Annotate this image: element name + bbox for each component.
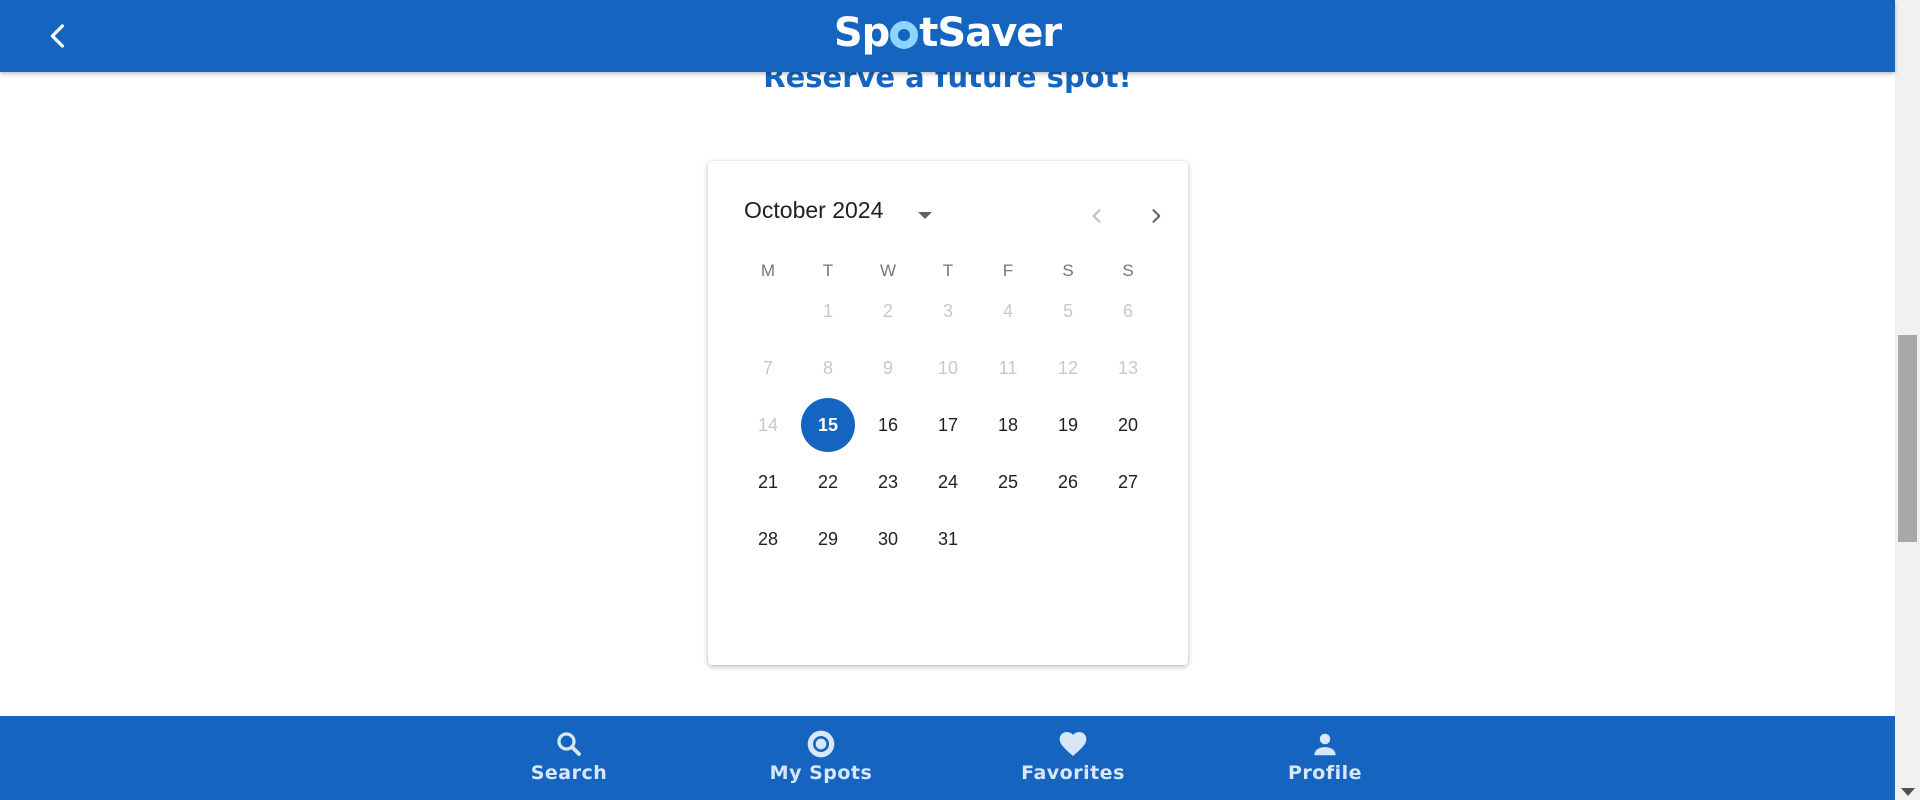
calendar-day: 3 xyxy=(942,300,953,321)
calendar-day: 2 xyxy=(882,300,893,321)
weekday-label: T xyxy=(942,261,954,280)
calendar-day[interactable]: 21 xyxy=(741,455,795,509)
calendar-month-label[interactable]: October 2024 xyxy=(744,197,883,224)
calendar-day: 7 xyxy=(762,357,773,378)
calendar-day-selected[interactable]: 15 xyxy=(801,398,855,452)
date-calendar: October 2024 M T W T F S S 1 2 3 4 5 6 7 8 9 10 11… xyxy=(708,161,1188,665)
nav-my-spots[interactable]: My Spots xyxy=(751,728,891,784)
calendar-day[interactable]: 16 xyxy=(861,398,915,452)
previous-month-button[interactable] xyxy=(1080,199,1114,233)
page-scrollbar[interactable] xyxy=(1895,0,1920,800)
calendar-day: 1 xyxy=(822,300,833,321)
calendar-day: 11 xyxy=(998,357,1018,378)
calendar-day: 5 xyxy=(1062,300,1073,321)
calendar-day[interactable]: 29 xyxy=(801,512,855,566)
calendar-day[interactable]: 18 xyxy=(981,398,1035,452)
weekday-label: W xyxy=(879,261,897,280)
calendar-day: 10 xyxy=(937,357,959,378)
nav-label: Profile xyxy=(1287,762,1363,784)
calendar-day[interactable]: 20 xyxy=(1101,398,1155,452)
nav-label: My Spots xyxy=(769,762,873,784)
calendar-day[interactable]: 24 xyxy=(921,455,975,509)
weekday-label: T xyxy=(822,261,834,280)
calendar-day[interactable]: 30 xyxy=(861,512,915,566)
calendar-day: 9 xyxy=(882,357,893,378)
scrollbar-thumb[interactable] xyxy=(1898,335,1917,542)
chevron-left-icon xyxy=(1092,209,1101,223)
weekday-label: S xyxy=(1062,261,1074,280)
nav-favorites[interactable]: Favorites xyxy=(1003,728,1143,784)
logo-o-mark-icon xyxy=(890,21,919,49)
calendar-day[interactable]: 25 xyxy=(981,455,1035,509)
top-app-bar: Sp tSaver xyxy=(0,0,1895,72)
target-icon xyxy=(807,730,835,758)
nav-search[interactable]: Search xyxy=(499,728,639,784)
scroll-down-arrow-icon[interactable] xyxy=(1901,788,1915,796)
month-dropdown-button[interactable] xyxy=(910,201,940,231)
calendar-day[interactable]: 22 xyxy=(801,455,855,509)
calendar-day: 8 xyxy=(822,357,833,378)
person-icon xyxy=(1314,733,1336,756)
weekday-label: F xyxy=(1002,261,1014,280)
calendar-day[interactable]: 19 xyxy=(1041,398,1095,452)
calendar-day: 14 xyxy=(757,414,779,435)
weekday-label: S xyxy=(1122,261,1134,280)
logo-text-end: tSaver xyxy=(919,10,1062,56)
calendar-day[interactable]: 26 xyxy=(1041,455,1095,509)
calendar-day[interactable]: 28 xyxy=(741,512,795,566)
nav-label: Search xyxy=(530,762,608,784)
calendar-day: 6 xyxy=(1122,300,1133,321)
nav-label: Favorites xyxy=(1021,762,1125,784)
weekday-label: M xyxy=(760,261,776,280)
calendar-day: 12 xyxy=(1057,357,1079,378)
chevron-right-icon xyxy=(1152,209,1161,223)
next-month-button[interactable] xyxy=(1139,199,1173,233)
heart-icon xyxy=(1059,732,1087,756)
bottom-navigation: Search My Spots Favorites Profile xyxy=(0,716,1895,800)
calendar-day[interactable]: 17 xyxy=(921,398,975,452)
calendar-day: 13 xyxy=(1117,357,1139,378)
nav-profile[interactable]: Profile xyxy=(1255,728,1395,784)
calendar-day: 4 xyxy=(1002,300,1013,321)
search-icon xyxy=(557,732,581,756)
calendar-day[interactable]: 27 xyxy=(1101,455,1155,509)
logo-text-start: Sp xyxy=(833,10,890,56)
calendar-day[interactable]: 31 xyxy=(921,512,975,566)
caret-down-icon xyxy=(918,212,932,219)
app-logo: Sp tSaver xyxy=(0,10,1895,56)
calendar-day[interactable]: 23 xyxy=(861,455,915,509)
